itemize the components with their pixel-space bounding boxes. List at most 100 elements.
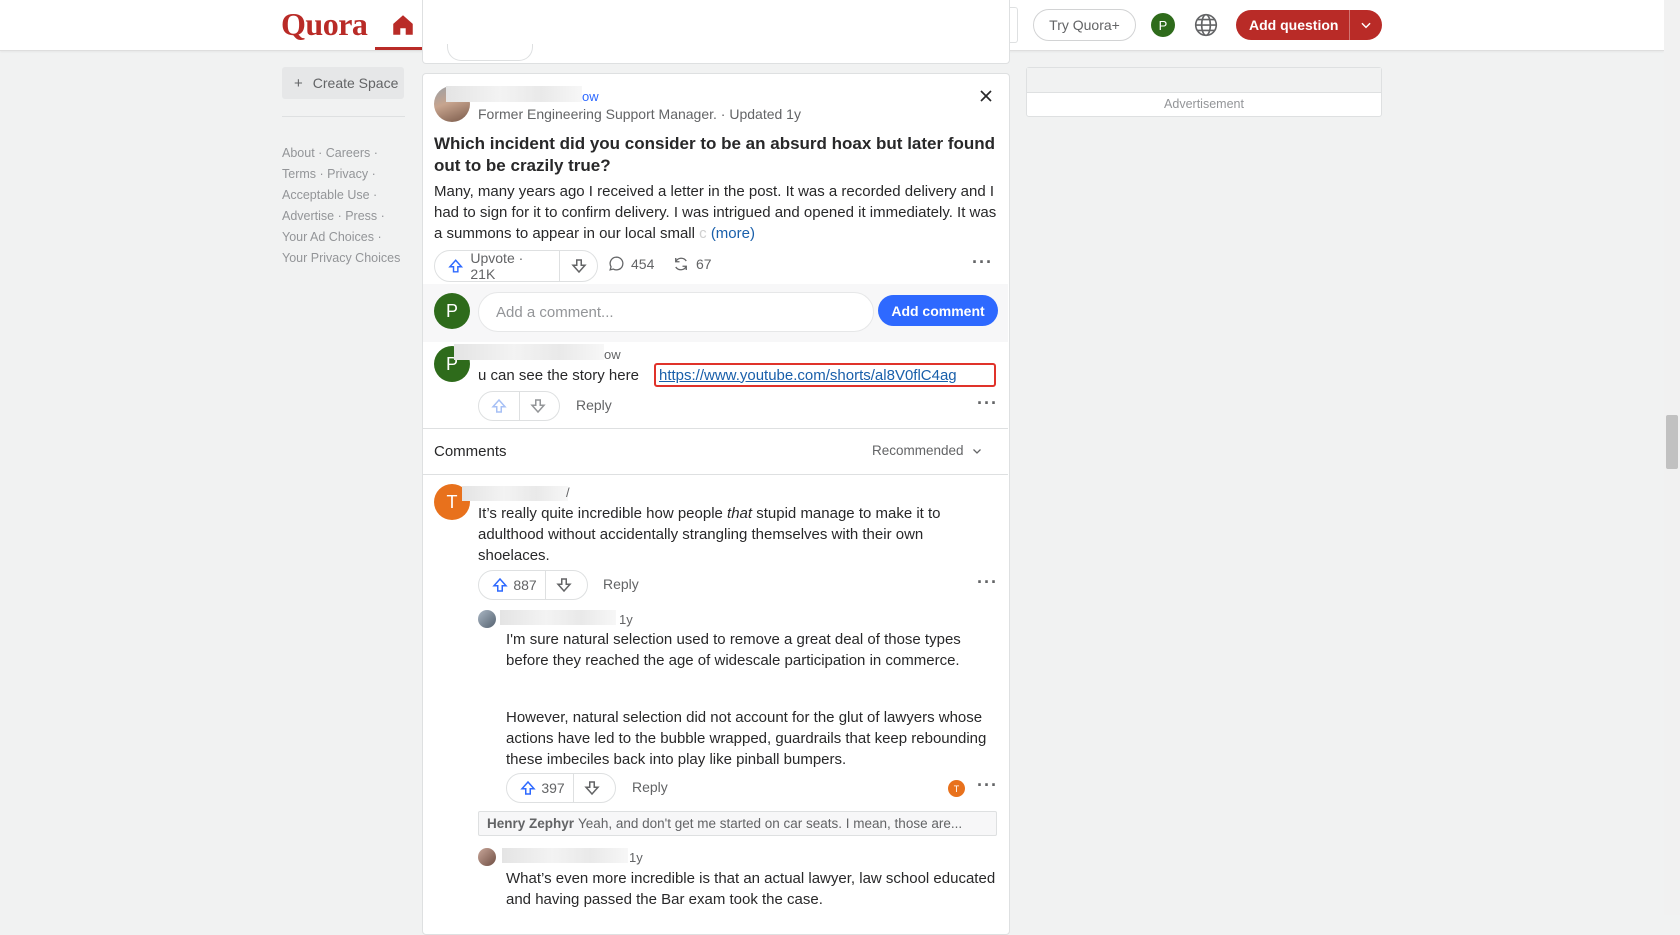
- comment-vote-pill: 887: [478, 570, 588, 600]
- comment-downvote-button[interactable]: [546, 571, 582, 599]
- comment-input-box[interactable]: [478, 292, 874, 332]
- question-title[interactable]: Which incident did you consider to be an…: [434, 133, 1004, 177]
- reply-text-paragraph-1: I'm sure natural selection used to remov…: [506, 631, 961, 669]
- add-question-dropdown[interactable]: [1350, 18, 1382, 32]
- reply2-author-name-redacted[interactable]: [502, 848, 628, 863]
- comment-bubble-icon: [609, 256, 624, 271]
- more-options-icon[interactable]: ···: [972, 252, 993, 273]
- section-divider: [423, 428, 1008, 429]
- reply-text-paragraph-2: However, natural selection did not accou…: [506, 709, 987, 768]
- comments-heading: Comments: [434, 443, 507, 460]
- author-name-redacted[interactable]: [446, 86, 582, 102]
- sort-dropdown[interactable]: Recommended: [872, 443, 983, 458]
- reply-reply-button[interactable]: Reply: [632, 779, 668, 795]
- footer-link-about[interactable]: About: [282, 146, 315, 160]
- reply-more-icon[interactable]: ···: [977, 775, 998, 796]
- advertisement-label: Advertisement: [1164, 97, 1244, 111]
- close-icon[interactable]: [976, 86, 996, 106]
- reply2-author-avatar[interactable]: [478, 848, 496, 866]
- reply-mini-avatar[interactable]: T: [948, 780, 965, 797]
- reply2-time: 1y: [629, 850, 643, 865]
- comment-author-suffix: /: [566, 485, 570, 500]
- upvote-arrow-icon: [491, 398, 507, 413]
- previous-card-vote-pill[interactable]: [447, 44, 533, 61]
- scrollbar-thumb[interactable]: [1666, 415, 1678, 469]
- share-count-button[interactable]: 67: [672, 255, 712, 273]
- reply2-text: What’s even more incredible is that an a…: [506, 870, 996, 908]
- footer-link-acceptable-use[interactable]: Acceptable Use: [282, 188, 370, 202]
- footer-link-terms[interactable]: Terms: [282, 167, 316, 181]
- answer-fade: c: [694, 225, 707, 242]
- youtube-link[interactable]: https://www.youtube.com/shorts/al8V0flC4…: [654, 363, 996, 387]
- create-space-label: Create Space: [312, 75, 399, 91]
- reply-vote-pill: 397: [506, 773, 616, 803]
- comments-header-divider: [423, 474, 1008, 475]
- chevron-down-icon: [972, 448, 981, 454]
- comment-upvote-button[interactable]: 887: [479, 571, 546, 599]
- answer-action-bar: Upvote · 21K 454 67 ···: [434, 250, 1004, 282]
- upvote-arrow-icon: [448, 259, 464, 273]
- my-comment-reply-button[interactable]: Reply: [576, 397, 612, 413]
- collapsed-reply-text: Yeah, and don't get me started on car se…: [578, 816, 963, 831]
- comments-count-button[interactable]: 454: [608, 255, 654, 272]
- more-link[interactable]: (more): [711, 225, 755, 242]
- add-question-button[interactable]: Add question: [1236, 10, 1382, 40]
- previous-feed-card: [422, 0, 1010, 64]
- my-comment-time: ow: [604, 347, 621, 362]
- try-quora-plus-button[interactable]: Try Quora+: [1033, 9, 1136, 41]
- user-avatar[interactable]: P: [1151, 13, 1175, 37]
- footer-link-advertise[interactable]: Advertise: [282, 209, 334, 223]
- my-comment-downvote-button[interactable]: [520, 392, 556, 420]
- reply-downvote-button[interactable]: [574, 774, 610, 802]
- language-globe-icon[interactable]: [1193, 12, 1219, 38]
- footer-link-privacy-choices[interactable]: Your Privacy Choices: [282, 251, 400, 265]
- quora-logo[interactable]: Quora: [281, 6, 368, 43]
- comments-count: 454: [631, 255, 655, 272]
- upvote-label: Upvote · 21K: [470, 250, 524, 282]
- my-comment-more-icon[interactable]: ···: [977, 393, 998, 414]
- collapsed-reply[interactable]: Henry Zephyr Yeah, and don't get me star…: [478, 811, 997, 836]
- reply-author-avatar[interactable]: [478, 610, 496, 628]
- comment-reply-button[interactable]: Reply: [603, 576, 639, 592]
- ad-placeholder: [1027, 68, 1381, 93]
- my-comment-vote-pill: [478, 391, 560, 421]
- follow-link[interactable]: ow: [582, 89, 599, 104]
- advertisement-box[interactable]: Advertisement: [1026, 67, 1382, 117]
- footer-link-ad-choices[interactable]: Your Ad Choices: [282, 230, 374, 244]
- sort-label: Recommended: [872, 443, 964, 458]
- reply-time: 1y: [619, 612, 633, 627]
- downvote-arrow-icon: [570, 259, 587, 274]
- downvote-button[interactable]: [560, 251, 597, 281]
- collapsed-reply-author[interactable]: Henry Zephyr: [487, 816, 574, 831]
- downvote-arrow-icon: [556, 578, 572, 593]
- chevron-down-icon: [1361, 22, 1371, 29]
- footer-link-press[interactable]: Press: [345, 209, 377, 223]
- comment-input[interactable]: [494, 302, 858, 322]
- upvote-arrow-icon: [492, 577, 508, 592]
- comment-upvote-count: 887: [513, 577, 537, 593]
- share-count: 67: [696, 256, 712, 272]
- author-credential: Former Engineering Support Manager. · Up…: [478, 106, 801, 122]
- footer-link-careers[interactable]: Careers: [326, 146, 370, 160]
- footer-links: About · Careers · Terms · Privacy · Acce…: [282, 146, 401, 265]
- reply-author-name-redacted[interactable]: [500, 610, 616, 625]
- upvote-arrow-icon: [520, 780, 536, 795]
- plus-icon: +: [294, 74, 303, 92]
- reply-upvote-count: 397: [541, 780, 565, 796]
- create-space-button[interactable]: + Create Space: [282, 67, 404, 99]
- commenter-name-redacted[interactable]: [454, 344, 604, 360]
- composer-avatar[interactable]: P: [434, 293, 470, 329]
- comment-author-name-redacted[interactable]: [462, 486, 568, 501]
- upvote-button[interactable]: Upvote · 21K: [435, 250, 561, 282]
- reply-upvote-button[interactable]: 397: [507, 774, 574, 802]
- footer-link-privacy[interactable]: Privacy: [327, 167, 368, 181]
- add-comment-button[interactable]: Add comment: [878, 295, 998, 326]
- downvote-arrow-icon: [530, 399, 546, 414]
- comment-more-icon[interactable]: ···: [977, 572, 998, 593]
- my-comment-upvote-button[interactable]: [479, 392, 520, 420]
- downvote-arrow-icon: [584, 781, 600, 796]
- sidebar-divider: [282, 116, 405, 117]
- answer-text[interactable]: Many, many years ago I received a letter…: [434, 181, 1004, 244]
- answer-vote-pill: Upvote · 21K: [434, 250, 598, 282]
- share-icon: [675, 257, 687, 271]
